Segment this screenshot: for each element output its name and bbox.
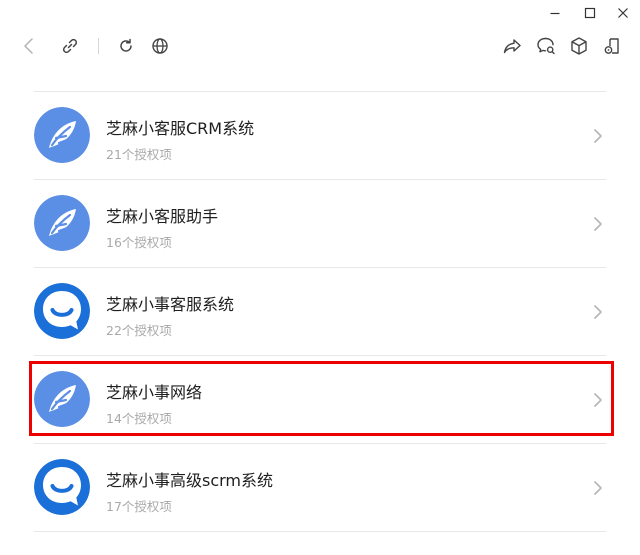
globe-icon [152, 38, 168, 54]
toolbar [0, 30, 640, 62]
copy-link-button[interactable] [58, 34, 82, 58]
open-in-browser-button[interactable] [148, 34, 172, 58]
refresh-icon [120, 38, 132, 52]
authorized-app-list: 芝麻小客服CRM系统 21个授权项 芝麻小客服助手 16个授权项 芝麻小事客服系… [34, 91, 606, 532]
mini-program-icon [604, 38, 619, 54]
chat-search-icon [537, 37, 555, 55]
app-name: 芝麻小事网络 [106, 383, 203, 402]
more-options-button[interactable] [600, 34, 624, 58]
maximize-icon [584, 7, 596, 19]
app-name: 芝麻小事客服系统 [106, 295, 235, 314]
app-avatar [34, 195, 90, 251]
app-list-item[interactable]: 芝麻小客服助手 16个授权项 [34, 180, 606, 268]
share-icon [503, 39, 521, 54]
leaf-logo-icon [34, 195, 90, 251]
chat-bubble-logo-icon [34, 283, 90, 339]
share-button[interactable] [500, 34, 524, 58]
search-chat-button[interactable] [534, 34, 558, 58]
chevron-right-icon [594, 481, 602, 495]
app-avatar [34, 459, 90, 515]
app-avatar [34, 371, 90, 427]
app-list-item[interactable]: 芝麻小事网络 14个授权项 [34, 356, 606, 444]
app-permission-count: 17个授权项 [106, 499, 172, 514]
app-list-item[interactable]: 芝麻小事客服系统 22个授权项 [34, 268, 606, 356]
link-icon [62, 38, 78, 54]
minimize-icon [550, 12, 560, 15]
title-bar [0, 0, 640, 26]
app-list-item[interactable]: 芝麻小事高级scrm系统 17个授权项 [34, 444, 606, 532]
app-avatar [34, 107, 90, 163]
toolbar-separator [98, 38, 99, 54]
app-name: 芝麻小客服助手 [106, 207, 219, 226]
app-name: 芝麻小事高级scrm系统 [106, 471, 274, 490]
app-name: 芝麻小客服CRM系统 [106, 119, 255, 138]
app-list-item[interactable]: 芝麻小客服CRM系统 21个授权项 [34, 92, 606, 180]
app-permission-count: 16个授权项 [106, 235, 172, 250]
mini-program-button[interactable] [567, 34, 591, 58]
chevron-right-icon [594, 393, 602, 407]
app-permission-count: 21个授权项 [106, 147, 172, 162]
chevron-right-icon [594, 305, 602, 319]
chevron-right-icon [594, 217, 602, 231]
back-arrow-icon [24, 38, 33, 54]
app-permission-count: 22个授权项 [106, 323, 172, 338]
back-button[interactable] [17, 34, 41, 58]
maximize-button[interactable] [579, 4, 601, 22]
cube-icon [571, 37, 587, 55]
leaf-logo-icon [34, 371, 90, 427]
close-button[interactable] [612, 4, 634, 22]
app-permission-count: 14个授权项 [106, 411, 172, 426]
close-icon [618, 8, 628, 18]
refresh-button[interactable] [114, 34, 138, 58]
app-avatar [34, 283, 90, 339]
leaf-logo-icon [34, 107, 90, 163]
chevron-right-icon [594, 129, 602, 143]
chat-bubble-logo-icon [34, 459, 90, 515]
minimize-button[interactable] [544, 4, 566, 22]
